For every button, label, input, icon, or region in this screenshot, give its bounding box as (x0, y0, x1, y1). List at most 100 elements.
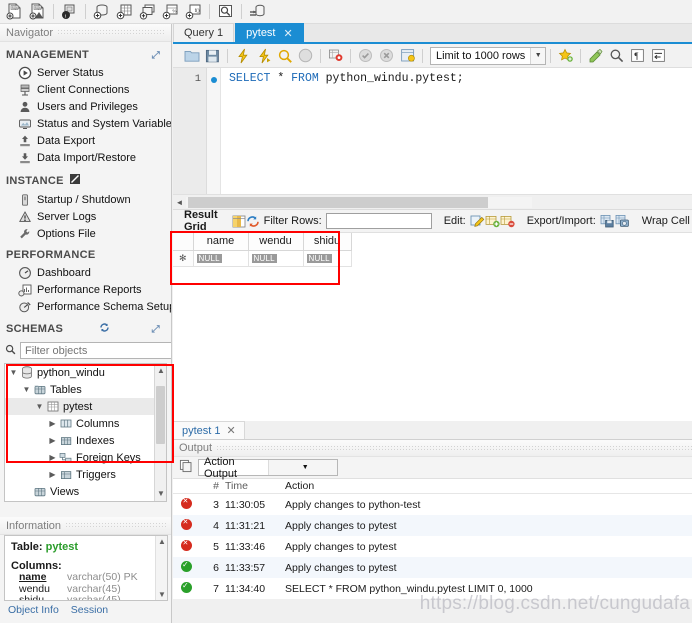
open-file-icon[interactable] (181, 46, 202, 66)
edit-row-icon[interactable] (470, 212, 485, 231)
wrap-lines-icon[interactable] (648, 46, 669, 66)
scrollbar-track[interactable] (186, 196, 532, 208)
scroll-down-icon[interactable]: ▼ (155, 488, 166, 500)
scrollbar-thumb[interactable] (188, 196, 488, 208)
tree-item-foreign-keys[interactable]: ▶ Foreign Keys (5, 449, 166, 466)
column-header-shidu[interactable]: shidu (303, 233, 352, 251)
sidebar-item-startup-shutdown[interactable]: Startup / Shutdown (0, 191, 171, 208)
expand-icon[interactable]: ⤢ (152, 324, 160, 335)
tree-item-tables[interactable]: ▼ Tables (5, 381, 166, 398)
execute-icon[interactable] (232, 46, 253, 66)
log-row[interactable]: 5 11:33:46 Apply changes to pytest (173, 536, 692, 557)
sidebar-item-performance-reports[interactable]: Performance Reports (0, 281, 171, 298)
log-row[interactable]: 3 11:30:05 Apply changes to python-test (173, 494, 692, 515)
find-icon[interactable] (606, 46, 627, 66)
sidebar-item-data-export[interactable]: Data Export (0, 132, 171, 149)
new-stored-procedure-icon[interactable]: % (159, 1, 181, 22)
expand-icon[interactable]: ⤢ (152, 50, 160, 61)
sidebar-item-dashboard[interactable]: Dashboard (0, 264, 171, 281)
search-data-icon[interactable] (214, 1, 236, 22)
limit-rows-dropdown[interactable]: Limit to 1000 rows ▼ (430, 46, 547, 65)
cell-wendu[interactable]: NULL (248, 250, 304, 267)
tree-item-indexes[interactable]: ▶ Indexes (5, 432, 166, 449)
bookmark-column[interactable] (207, 68, 221, 194)
tree-item-columns[interactable]: ▶ Columns (5, 415, 166, 432)
explain-icon[interactable] (274, 46, 295, 66)
new-sql-tab-icon[interactable]: SQL (3, 1, 25, 22)
sidebar-item-data-import-restore[interactable]: Data Import/Restore (0, 149, 171, 166)
close-icon[interactable]: ✕ (227, 424, 236, 437)
grid-view-icon[interactable] (232, 212, 246, 231)
commit-icon[interactable] (355, 46, 376, 66)
tree-item-views[interactable]: Views (5, 483, 166, 500)
tab-query-1[interactable]: Query 1 (173, 23, 235, 42)
new-table-icon[interactable] (113, 1, 135, 22)
chevron-left-icon[interactable]: ◄ (173, 196, 186, 209)
chevron-right-icon[interactable]: ▶ (47, 419, 58, 428)
toggle-breakpoint-icon[interactable] (325, 46, 346, 66)
save-file-icon[interactable] (202, 46, 223, 66)
tree-item-python-windu[interactable]: ▼ python_windu (5, 364, 166, 381)
reconnect-server-icon[interactable] (246, 1, 268, 22)
chevron-right-icon[interactable]: ▶ (47, 453, 58, 462)
scrollbar-thumb[interactable] (156, 386, 165, 444)
column-header-wendu[interactable]: wendu (248, 233, 304, 251)
scroll-up-icon[interactable]: ▲ (156, 537, 167, 546)
cell-name[interactable]: NULL (193, 250, 249, 267)
chevron-down-icon[interactable]: ▼ (530, 47, 546, 64)
sql-code-text[interactable]: SELECT * FROM python_windu.pytest; (221, 68, 692, 194)
navigator-group-performance[interactable]: PERFORMANCE (0, 242, 171, 264)
new-view-icon[interactable] (136, 1, 158, 22)
new-row-icon[interactable]: ✻ (173, 250, 194, 267)
chevron-right-icon[interactable]: ▶ (47, 436, 58, 445)
chevron-down-icon[interactable]: ▼ (34, 402, 45, 411)
import-recordset-icon[interactable] (615, 212, 630, 231)
tab-pytest[interactable]: pytest ✕ (235, 23, 304, 42)
navigator-group-schemas[interactable]: SCHEMAS ⤢ (0, 315, 171, 339)
navigator-group-instance[interactable]: INSTANCE (0, 166, 171, 191)
execute-current-statement-icon[interactable] (253, 46, 274, 66)
sidebar-item-users-and-privileges[interactable]: Users and Privileges (0, 98, 171, 115)
tab-object-info[interactable]: Object Info (8, 604, 59, 616)
tree-item-triggers[interactable]: ▶ Triggers (5, 466, 166, 483)
search-input[interactable] (20, 342, 171, 359)
new-connection-icon[interactable]: i (58, 1, 80, 22)
tab-session[interactable]: Session (71, 604, 108, 616)
tab-pytest-1[interactable]: pytest 1 ✕ (173, 421, 245, 439)
navigator-group-management[interactable]: MANAGEMENT ⤢ (0, 42, 171, 64)
refresh-icon[interactable] (99, 322, 110, 336)
chevron-down-icon[interactable]: ▼ (8, 368, 19, 377)
export-recordset-icon[interactable] (600, 212, 615, 231)
scroll-up-icon[interactable]: ▲ (155, 365, 166, 377)
sidebar-item-client-connections[interactable]: Client Connections (0, 81, 171, 98)
sql-editor[interactable]: 1 SELECT * FROM python_windu.pytest; (173, 68, 692, 194)
cell-shidu[interactable]: NULL (303, 250, 352, 267)
output-view-dropdown[interactable]: Action Output ▼ (198, 456, 338, 480)
tree-item-stored-procedures[interactable]: Stored Procedures (5, 500, 166, 501)
information-scrollbar[interactable]: ▲ ▼ (155, 536, 167, 600)
sidebar-item-server-logs[interactable]: Server Logs (0, 208, 171, 225)
chevron-down-icon[interactable]: ▼ (21, 385, 32, 394)
log-row[interactable]: 6 11:33:57 Apply changes to pytest (173, 557, 692, 578)
chevron-down-icon[interactable]: ▼ (267, 460, 337, 475)
refresh-icon[interactable] (246, 212, 260, 231)
new-snippet-icon[interactable] (555, 46, 576, 66)
filter-rows-input[interactable] (325, 213, 432, 229)
table-row[interactable]: ✻ NULL NULL NULL (173, 250, 352, 267)
scroll-down-icon[interactable]: ▼ (156, 590, 167, 599)
stop-icon[interactable] (295, 46, 316, 66)
chevron-right-icon[interactable]: ▶ (47, 470, 58, 479)
beautify-sql-icon[interactable] (585, 46, 606, 66)
sidebar-item-server-status[interactable]: Server Status (0, 64, 171, 81)
delete-row-icon[interactable] (500, 212, 515, 231)
new-schema-icon[interactable] (90, 1, 112, 22)
rollback-icon[interactable] (376, 46, 397, 66)
toggle-invisible-icon[interactable]: ¶ (627, 46, 648, 66)
tree-item-pytest[interactable]: ▼ pytest (5, 398, 166, 415)
insert-row-icon[interactable] (485, 212, 500, 231)
sidebar-item-status-and-system-variables[interactable]: Status and System Variables (0, 115, 171, 132)
log-row[interactable]: 4 11:31:21 Apply changes to pytest (173, 515, 692, 536)
column-header-name[interactable]: name (193, 233, 249, 251)
open-sql-script-icon[interactable]: SQL (26, 1, 48, 22)
autocommit-icon[interactable] (397, 46, 418, 66)
